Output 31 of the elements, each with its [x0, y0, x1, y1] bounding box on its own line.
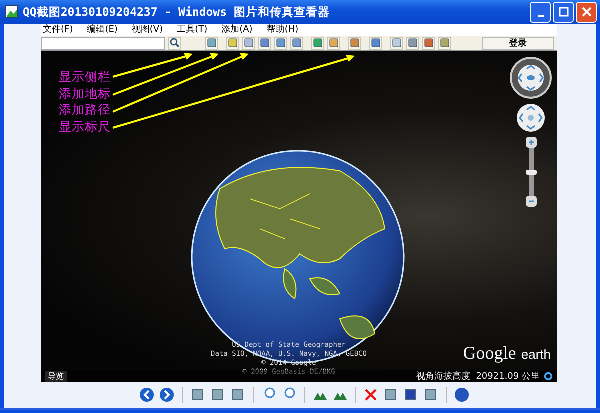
maximize-icon	[558, 7, 568, 17]
menu-item[interactable]: 编辑(E)	[87, 24, 118, 36]
look-control-icon[interactable]	[510, 57, 552, 99]
close-button[interactable]	[576, 2, 597, 22]
annotation-label: 显示侧栏	[59, 69, 111, 84]
menu-item[interactable]: 视图(V)	[132, 24, 164, 36]
picture-icon	[5, 5, 19, 19]
zoom-slider[interactable]	[525, 137, 537, 207]
previous-icon[interactable]	[138, 386, 156, 404]
menu-item[interactable]: 文件(F)	[43, 24, 74, 36]
menu-item[interactable]: 添加(A)	[222, 24, 253, 36]
status-ring-icon	[544, 372, 553, 380]
tour-button[interactable]: 导览	[45, 370, 67, 382]
altitude-text: 视角海拔高度 20921.09 公里	[416, 370, 540, 382]
search-button[interactable]	[168, 36, 181, 50]
move-control-icon[interactable]	[516, 103, 546, 133]
minimize-button[interactable]	[530, 2, 551, 22]
annotation-label: 显示标尺	[59, 118, 111, 134]
search-field[interactable]	[41, 36, 165, 50]
slider-thumb[interactable]	[526, 170, 536, 175]
minimize-icon	[538, 14, 544, 16]
google-earth-logo: Google earth	[463, 343, 551, 364]
maximize-button[interactable]	[553, 2, 574, 22]
menu-item[interactable]: 帮助(H)	[266, 24, 299, 36]
annotation-label: 添加地标	[59, 86, 111, 100]
window-title: QQ截图20130109204237 - Windows 图片和传真查看器	[23, 4, 330, 20]
next-icon[interactable]	[158, 386, 176, 404]
annotation-label: 添加路径	[59, 102, 111, 117]
menu-item[interactable]: 工具(T)	[177, 24, 208, 36]
login-button[interactable]: 登录	[482, 36, 554, 50]
close-icon	[582, 7, 592, 17]
